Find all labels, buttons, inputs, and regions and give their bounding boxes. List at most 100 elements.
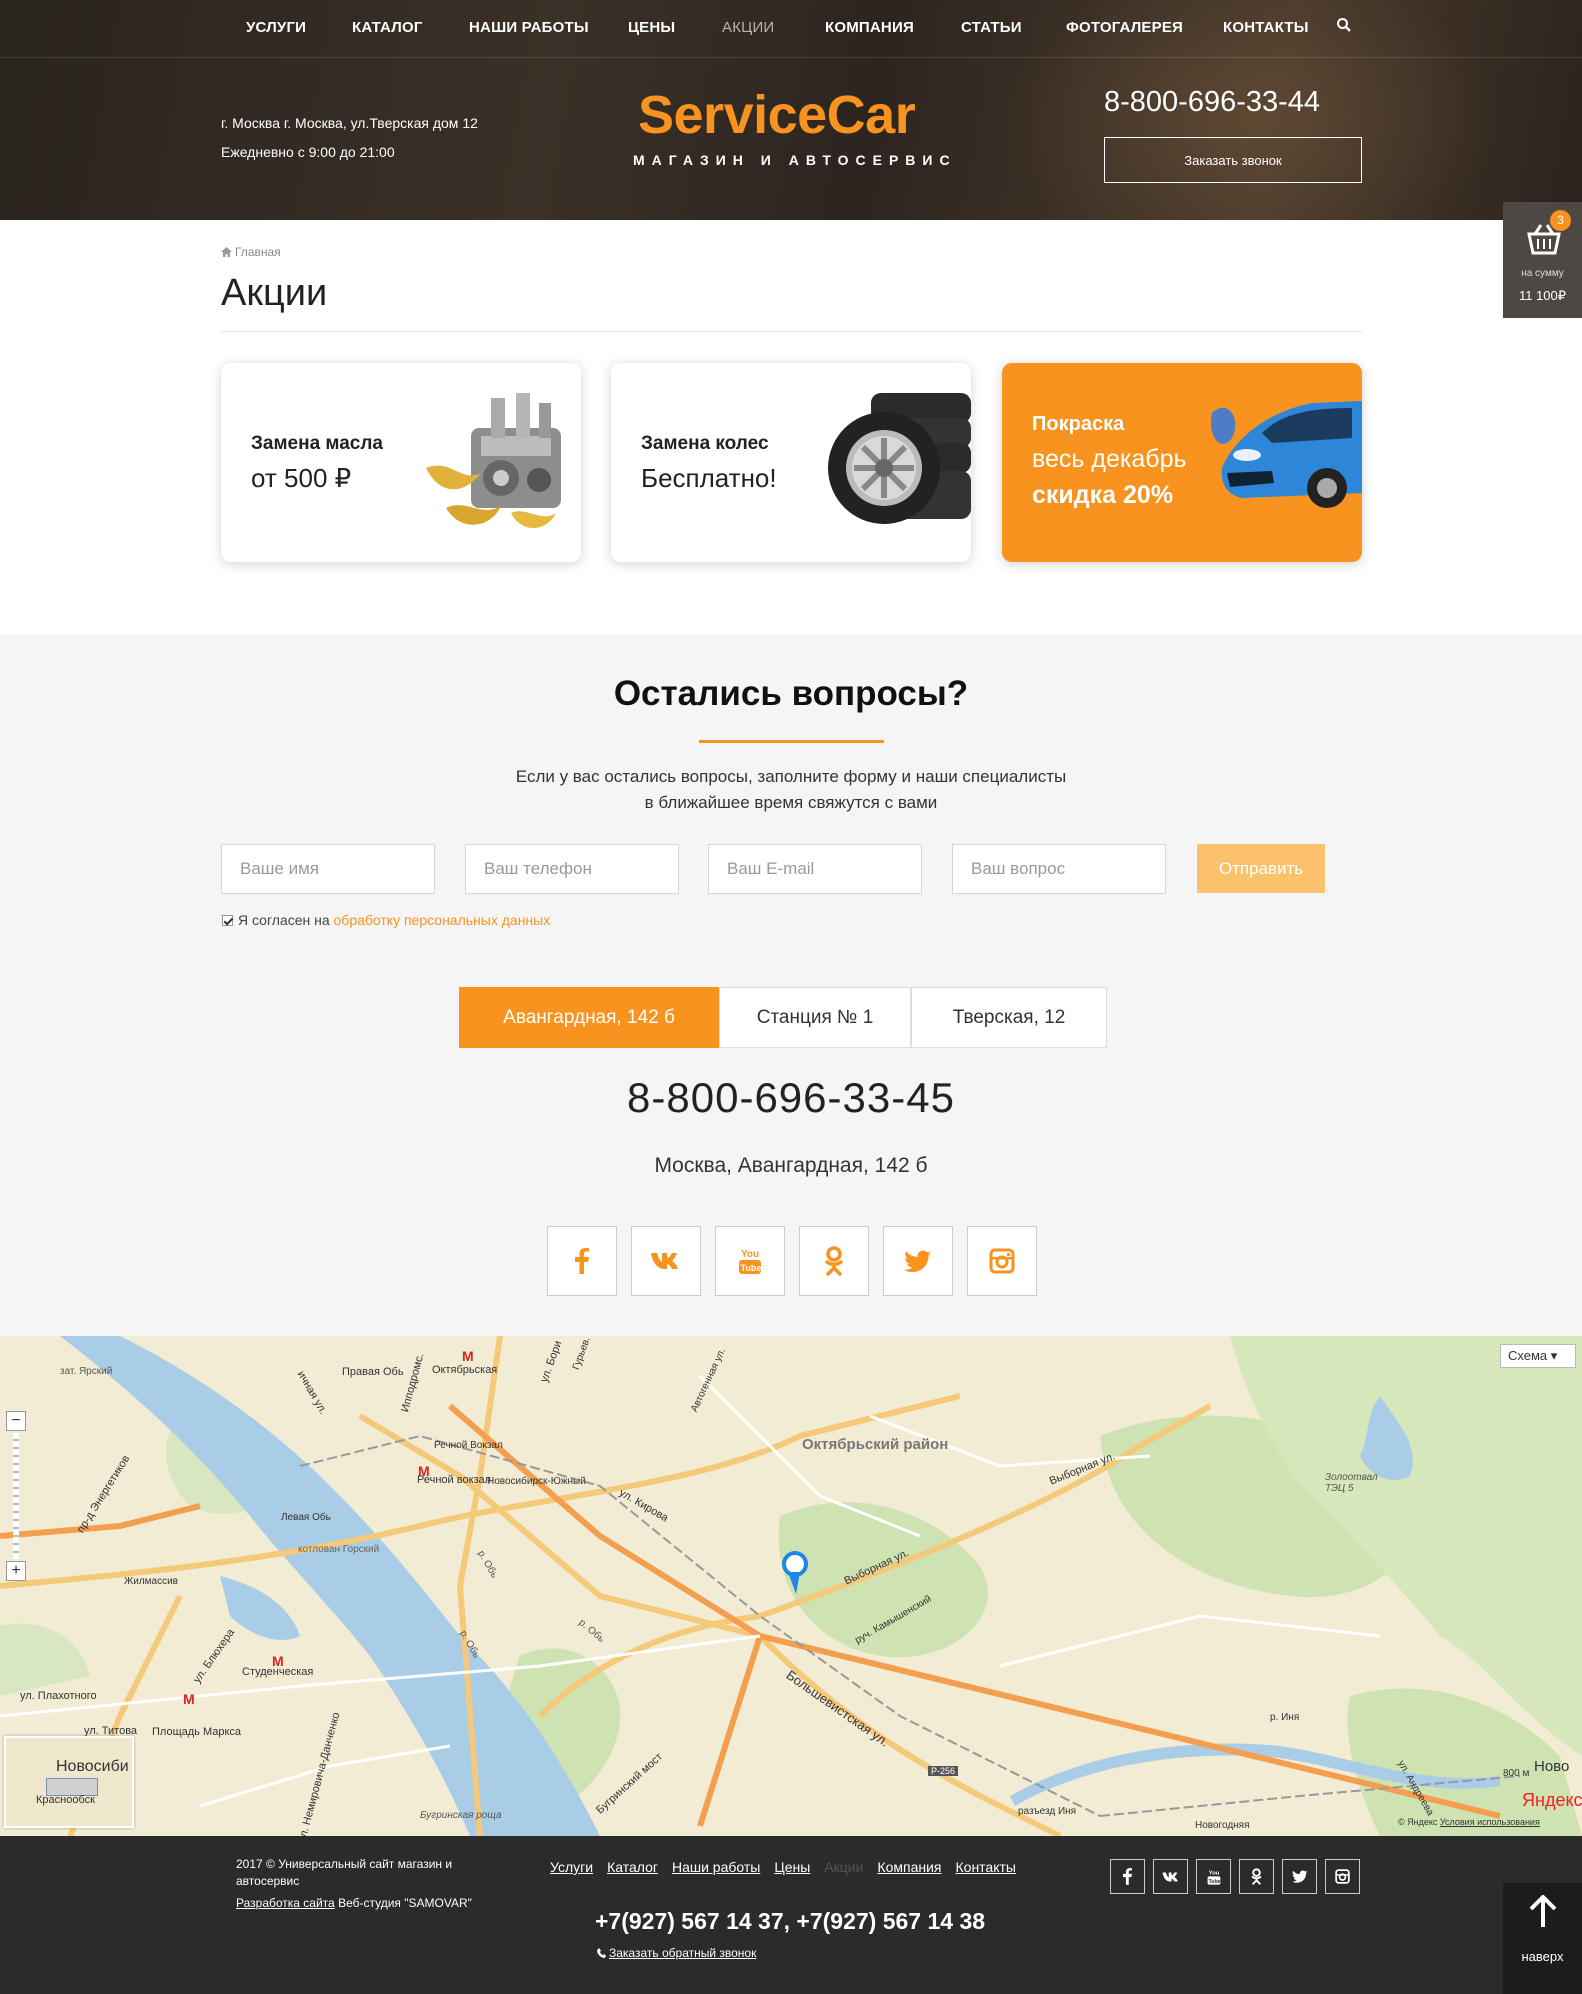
zoom-out-button[interactable]: − [6, 1411, 26, 1431]
map-label: Золоотвал ТЭЦ 5 [1325, 1472, 1378, 1494]
map-label: котлован Горский [298, 1544, 380, 1555]
youtube-icon[interactable]: You Tube [1196, 1859, 1231, 1894]
name-field[interactable] [221, 844, 435, 894]
footer-link-prices[interactable]: Цены [774, 1859, 810, 1875]
map-label: Октябрьский район [802, 1436, 949, 1453]
nav-item-promos[interactable]: АКЦИИ [722, 19, 774, 36]
nav-item-works[interactable]: НАШИ РАБОТЫ [469, 19, 589, 36]
cart-widget[interactable]: 3 на сумму 11 100₽ [1503, 202, 1582, 318]
question-field[interactable] [952, 844, 1166, 894]
map-label: Новогодняя [1195, 1820, 1250, 1831]
consent-row: Я согласен на обработку персональных дан… [222, 912, 550, 928]
logo[interactable]: ServiceCar [638, 84, 916, 146]
map[interactable]: M M M M Октябрьский район Октябрьская Пр… [0, 1336, 1582, 1836]
scroll-to-top-button[interactable]: наверх [1503, 1883, 1582, 1994]
scroll-to-top-label: наверх [1521, 1949, 1564, 1964]
nav-item-gallery[interactable]: ФОТОГАЛЕРЕЯ [1066, 19, 1183, 36]
order-call-button[interactable]: Заказать звонок [1104, 137, 1362, 183]
footer-link-works[interactable]: Наши работы [672, 1859, 760, 1875]
zoom-slider[interactable] [13, 1433, 19, 1559]
send-button[interactable]: Отправить [1197, 844, 1325, 893]
youtube-icon[interactable]: You Tube [715, 1226, 785, 1296]
nav-item-prices[interactable]: ЦЕНЫ [628, 19, 675, 36]
header-hours: Ежедневно с 9:00 до 21:00 [221, 144, 395, 160]
search-icon[interactable] [1336, 17, 1352, 33]
nav-item-company[interactable]: КОМПАНИЯ [825, 19, 914, 36]
footer-link-contacts[interactable]: Контакты [956, 1859, 1016, 1875]
consent-link[interactable]: обработку персональных данных [334, 912, 551, 928]
map-terms-link[interactable]: Условия использования [1440, 1817, 1540, 1827]
vk-icon[interactable] [631, 1226, 701, 1296]
facebook-icon[interactable] [1110, 1859, 1145, 1894]
svg-text:M: M [462, 1348, 474, 1364]
facebook-icon[interactable] [547, 1226, 617, 1296]
twitter-icon[interactable] [1282, 1859, 1317, 1894]
questions-title: Остались вопросы? [613, 674, 969, 713]
map-label: зат. Ярский [60, 1366, 113, 1377]
promo-discount: скидка 20% [1032, 481, 1174, 509]
email-field[interactable] [708, 844, 922, 894]
promo-title: Замена масла [251, 433, 383, 454]
social-links: You Tube [547, 1226, 1037, 1296]
odnoklassniki-icon[interactable] [799, 1226, 869, 1296]
instagram-icon[interactable] [967, 1226, 1037, 1296]
phone-field[interactable] [465, 844, 679, 894]
zoom-control: − + [6, 1411, 26, 1581]
map-label: Новосибирск-Южный [487, 1476, 586, 1487]
promo-card-oil[interactable]: Замена масла от 500 ₽ [221, 363, 581, 562]
map-label: Правая Обь [342, 1366, 404, 1378]
contact-phone[interactable]: 8-800-696-33-45 [0, 1074, 1582, 1122]
footer-link-company[interactable]: Компания [877, 1859, 941, 1875]
nav-item-catalog[interactable]: КАТАЛОГ [352, 19, 423, 36]
vk-icon[interactable] [1153, 1859, 1188, 1894]
blue-car-image [1211, 401, 1362, 508]
questions-text-line: в ближайшее время свяжутся с вами [644, 793, 938, 812]
breadcrumb-home[interactable]: Главная [235, 245, 281, 259]
consent-label: Я согласен на [238, 912, 330, 928]
tab-avangardnaya[interactable]: Авангардная, 142 б [459, 987, 719, 1048]
map-label: Левая Обь [281, 1512, 331, 1523]
main-nav: УСЛУГИ КАТАЛОГ НАШИ РАБОТЫ ЦЕНЫ АКЦИИ КО… [0, 0, 1582, 58]
map-type-select[interactable]: Схема ▾ [1500, 1344, 1576, 1368]
footer-link-services[interactable]: Услуги [550, 1859, 593, 1875]
nav-item-services[interactable]: УСЛУГИ [246, 19, 306, 36]
map-label: Ново [1534, 1758, 1570, 1775]
minimap-title: Новосиби [56, 1758, 129, 1775]
zoom-in-button[interactable]: + [6, 1561, 26, 1581]
promo-title: Замена колес [641, 433, 769, 454]
consent-checkbox[interactable] [222, 915, 233, 926]
contact-address: Москва, Авангардная, 142 б [654, 1154, 928, 1177]
tab-tverskaya[interactable]: Тверская, 12 [911, 987, 1107, 1048]
map-label: р. Иня [1270, 1712, 1300, 1723]
page-title: Акции [221, 272, 328, 314]
header-phone[interactable]: 8-800-696-33-44 [1104, 86, 1320, 119]
site-footer: 2017 © Универсальный сайт магазин и авто… [0, 1836, 1582, 1994]
minimap[interactable]: Новосиби Краснообск [4, 1736, 134, 1828]
engine-oil-image [426, 393, 561, 528]
nav-item-contacts[interactable]: КОНТАКТЫ [1223, 19, 1309, 36]
svg-text:You: You [1208, 1870, 1219, 1876]
odnoklassniki-icon[interactable] [1239, 1859, 1274, 1894]
map-label: Бугринская роща [420, 1810, 502, 1821]
tab-station-1[interactable]: Станция № 1 [719, 987, 911, 1048]
map-label: ул. Плахотного [20, 1690, 97, 1702]
svg-text:M: M [183, 1691, 195, 1707]
cart-sum: 11 100₽ [1518, 288, 1567, 303]
developer-link[interactable]: Разработка сайта [236, 1896, 335, 1910]
twitter-icon[interactable] [883, 1226, 953, 1296]
instagram-icon[interactable] [1325, 1859, 1360, 1894]
map-label: разъезд Иня [1018, 1806, 1077, 1817]
phone-icon [597, 1948, 606, 1958]
promo-text: Бесплатно! [641, 463, 777, 493]
map-scale-label: 800 м [1503, 1768, 1530, 1779]
promo-card-wheels[interactable]: Замена колес Бесплатно! [611, 363, 971, 562]
cart-sum-label: на сумму [1521, 268, 1564, 279]
map-type-value: Схема [1508, 1348, 1548, 1363]
footer-developer: Разработка сайта Веб-студия "SAMOVAR" [236, 1896, 472, 1910]
footer-link-catalog[interactable]: Каталог [607, 1859, 658, 1875]
footer-phones[interactable]: +7(927) 567 14 37, +7(927) 567 14 38 [595, 1908, 985, 1935]
promo-card-paint[interactable]: Покраска весь декабрь скидка 20% [1002, 363, 1362, 562]
footer-link-promos[interactable]: Акции [824, 1859, 863, 1875]
nav-item-articles[interactable]: СТАТЬИ [961, 19, 1022, 36]
callback-link[interactable]: Заказать обратный звонок [597, 1946, 756, 1960]
